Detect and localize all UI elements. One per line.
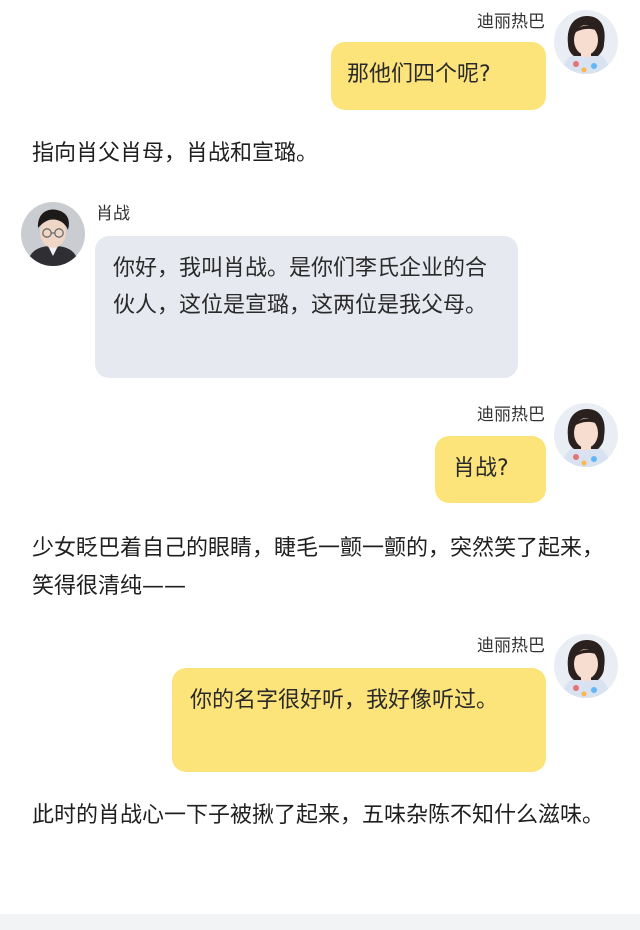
message-text: 你的名字很好听，我好像听过。: [190, 688, 499, 713]
female-avatar[interactable]: [554, 403, 618, 467]
message-bubble[interactable]: 你的名字很好听，我好像听过。: [172, 668, 546, 772]
narration-text: 少女眨巴着自己的眼睛，睫毛一颤一颤的，突然笑了起来，笑得很清纯——: [32, 536, 605, 599]
bottom-bar: [0, 914, 640, 930]
narration-text: 此时的肖战心一下子被揪了起来，五味杂陈不知什么滋味。: [32, 803, 605, 828]
message-text: 那他们四个呢?: [347, 62, 491, 87]
message-text: 肖战?: [453, 456, 509, 481]
message-bubble[interactable]: 那他们四个呢?: [331, 42, 546, 110]
message-bubble[interactable]: 你好，我叫肖战。是你们李氏企业的合伙人，这位是宣璐，这两位是我父母。: [95, 236, 518, 378]
female-avatar[interactable]: [554, 634, 618, 698]
sender-name: 迪丽热巴: [477, 405, 545, 425]
narration-text: 指向肖父肖母，肖战和宣璐。: [32, 141, 319, 166]
male-avatar[interactable]: [21, 202, 85, 266]
female-avatar[interactable]: [554, 10, 618, 74]
sender-name: 迪丽热巴: [477, 636, 545, 656]
message-text: 你好，我叫肖战。是你们李氏企业的合伙人，这位是宣璐，这两位是我父母。: [113, 256, 488, 318]
message-bubble[interactable]: 肖战?: [435, 436, 546, 503]
sender-name: 肖战: [96, 204, 130, 224]
sender-name: 迪丽热巴: [477, 12, 545, 32]
